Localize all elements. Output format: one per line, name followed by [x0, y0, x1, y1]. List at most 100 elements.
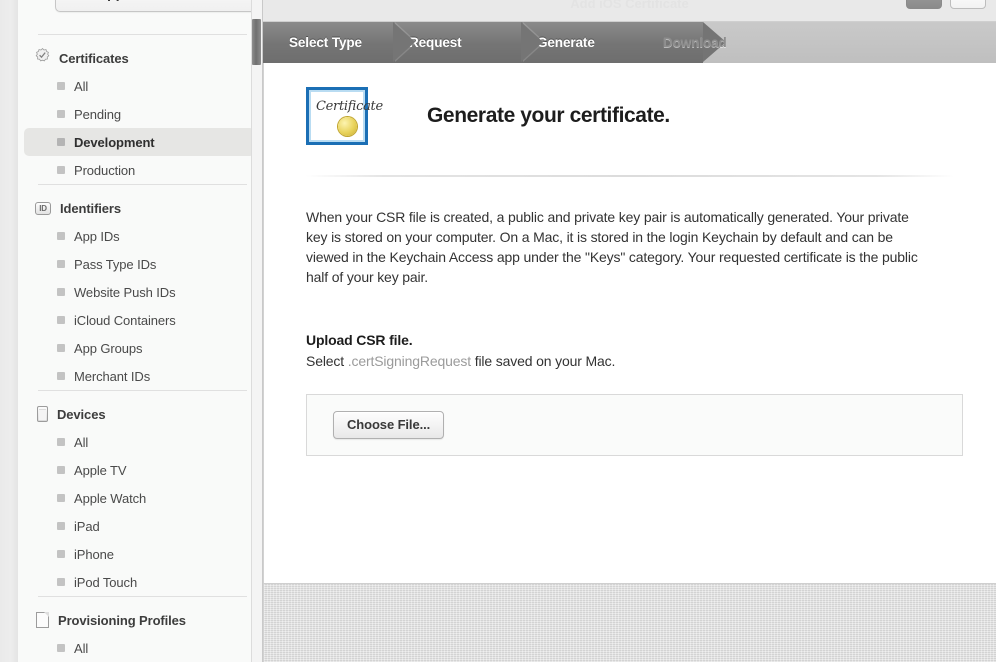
- bullet-icon: [57, 438, 65, 446]
- wizard-step-download[interactable]: Download: [663, 22, 727, 63]
- sidebar-divider: [38, 596, 247, 597]
- sidebar-item-label: All: [74, 434, 89, 450]
- wizard-step-select-type[interactable]: Select Type: [289, 22, 362, 63]
- sidebar-group-title: Identifiers: [60, 200, 122, 216]
- sidebar-item-label: All: [74, 78, 89, 94]
- sidebar-group-provisioning-profiles: Provisioning Profiles All: [18, 606, 262, 662]
- sidebar-item-label: Apple TV: [74, 462, 127, 478]
- wizard-step-separator-icon: [393, 22, 417, 62]
- window-left-gutter: [0, 0, 18, 662]
- sidebar-divider: [38, 390, 247, 391]
- sidebar-item-all[interactable]: All: [24, 72, 255, 100]
- sidebar-item-label: App IDs: [74, 228, 120, 244]
- window-title: Add iOS Certificate: [570, 0, 689, 11]
- certificate-icon-seal: [338, 117, 357, 136]
- sidebar-item-label: Website Push IDs: [74, 284, 176, 300]
- sidebar-item-all[interactable]: All: [24, 634, 255, 662]
- sidebar-group-title: Certificates: [59, 50, 129, 66]
- titlebar-primary-button[interactable]: [906, 0, 942, 9]
- sidebar-item-production[interactable]: Production: [24, 156, 255, 184]
- window-titlebar: Add iOS Certificate: [263, 0, 996, 22]
- certificate-icon-script-text: Certificate: [316, 99, 383, 114]
- sidebar-item-label: All: [74, 640, 89, 656]
- page-title: Generate your certificate.: [427, 104, 670, 127]
- sidebar-group-header[interactable]: Provisioning Profiles: [18, 606, 262, 634]
- sidebar-group-header[interactable]: Devices: [18, 400, 262, 428]
- sidebar-item-label: iPod Touch: [74, 574, 138, 590]
- sidebar: iOS Apps Certificates All Pending Developme…: [18, 0, 263, 662]
- wizard-steps: Select Type Request Generate Download: [263, 22, 996, 63]
- upload-section-heading: Upload CSR file.: [306, 332, 413, 348]
- sidebar-item-label: Merchant IDs: [74, 368, 151, 384]
- bullet-icon: [57, 644, 65, 652]
- app-type-select-value: iOS Apps: [69, 0, 132, 2]
- id-badge-icon: ID: [35, 201, 51, 215]
- description-paragraph: When your CSR file is created, a public …: [306, 209, 918, 285]
- sidebar-item-development[interactable]: Development: [24, 128, 255, 156]
- bullet-icon: [57, 82, 65, 90]
- certificate-seal-icon: [35, 48, 50, 68]
- upload-sub-suffix: file saved on your Mac.: [470, 353, 616, 369]
- sidebar-group-devices: Devices All Apple TV Apple Watch iPad iPhone i…: [18, 400, 262, 596]
- sidebar-item-all[interactable]: All: [24, 428, 255, 456]
- bullet-icon: [57, 550, 65, 558]
- bullet-icon: [57, 110, 65, 118]
- sidebar-item-label: App Groups: [74, 340, 143, 356]
- wizard-step-separator-icon: [521, 22, 545, 62]
- sidebar-item-ipad[interactable]: iPad: [24, 512, 255, 540]
- sidebar-item-pass-type-ids[interactable]: Pass Type IDs: [24, 250, 255, 278]
- page-hero: Certificate Generate your certificate.: [264, 63, 996, 145]
- bullet-icon: [57, 372, 65, 380]
- sidebar-item-ipod-touch[interactable]: iPod Touch: [24, 568, 255, 596]
- sidebar-group-identifiers: ID Identifiers App IDs Pass Type IDs Website…: [18, 194, 262, 390]
- sidebar-item-label: iCloud Containers: [74, 312, 176, 328]
- app-window: iOS Apps Certificates All Pending Developme…: [0, 0, 996, 662]
- sidebar-item-website-push-ids[interactable]: Website Push IDs: [24, 278, 255, 306]
- sidebar-item-label: Development: [74, 134, 155, 150]
- sidebar-item-apple-watch[interactable]: Apple Watch: [24, 484, 255, 512]
- wizard-step-generate[interactable]: Generate: [537, 22, 595, 63]
- document-icon: [36, 612, 49, 628]
- sidebar-item-merchant-ids[interactable]: Merchant IDs: [24, 362, 255, 390]
- sidebar-groups: Certificates All Pending Development Product…: [18, 34, 262, 662]
- upload-file-extension: .certSigningRequest: [347, 353, 471, 369]
- sidebar-item-label: Pending: [74, 106, 122, 122]
- upload-section-subtext: Select .certSigningRequest file saved on…: [306, 353, 954, 369]
- device-phone-icon: [37, 406, 48, 422]
- bullet-icon: [57, 232, 65, 240]
- sidebar-item-icloud-containers[interactable]: iCloud Containers: [24, 306, 255, 334]
- sidebar-group-header[interactable]: Certificates: [18, 44, 262, 72]
- titlebar-secondary-button[interactable]: [950, 0, 986, 9]
- bullet-icon: [57, 166, 65, 174]
- bullet-icon: [57, 138, 65, 146]
- sidebar-item-label: Pass Type IDs: [74, 256, 157, 272]
- sidebar-scrollbar[interactable]: [251, 0, 262, 662]
- main-content: Certificate Generate your certificate. W…: [263, 63, 996, 583]
- sidebar-item-app-ids[interactable]: App IDs: [24, 222, 255, 250]
- content-divider: [306, 175, 954, 177]
- bullet-icon: [57, 578, 65, 586]
- sidebar-item-label: Production: [74, 162, 136, 178]
- app-type-select[interactable]: iOS Apps: [55, 0, 262, 12]
- sidebar-group-header[interactable]: ID Identifiers: [18, 194, 262, 222]
- bullet-icon: [57, 466, 65, 474]
- sidebar-group-title: Devices: [57, 406, 106, 422]
- sidebar-scrollbar-thumb[interactable]: [252, 19, 261, 65]
- sidebar-item-label: iPhone: [74, 546, 114, 562]
- bullet-icon: [57, 260, 65, 268]
- sidebar-item-app-groups[interactable]: App Groups: [24, 334, 255, 362]
- bullet-icon: [57, 288, 65, 296]
- sidebar-item-pending[interactable]: Pending: [24, 100, 255, 128]
- choose-file-button[interactable]: Choose File...: [333, 411, 445, 439]
- sidebar-item-apple-tv[interactable]: Apple TV: [24, 456, 255, 484]
- certificate-icon: Certificate: [306, 87, 383, 145]
- sidebar-item-iphone[interactable]: iPhone: [24, 540, 255, 568]
- sidebar-item-label: Apple Watch: [74, 490, 147, 506]
- sidebar-item-label: iPad: [74, 518, 100, 534]
- bullet-icon: [57, 344, 65, 352]
- content-footer: [263, 583, 996, 662]
- upload-sub-prefix: Select: [306, 353, 348, 369]
- sidebar-scroll-area: iOS Apps Certificates All Pending Developme…: [18, 0, 262, 662]
- sidebar-group-certificates: Certificates All Pending Development Product…: [18, 44, 262, 184]
- bullet-icon: [57, 494, 65, 502]
